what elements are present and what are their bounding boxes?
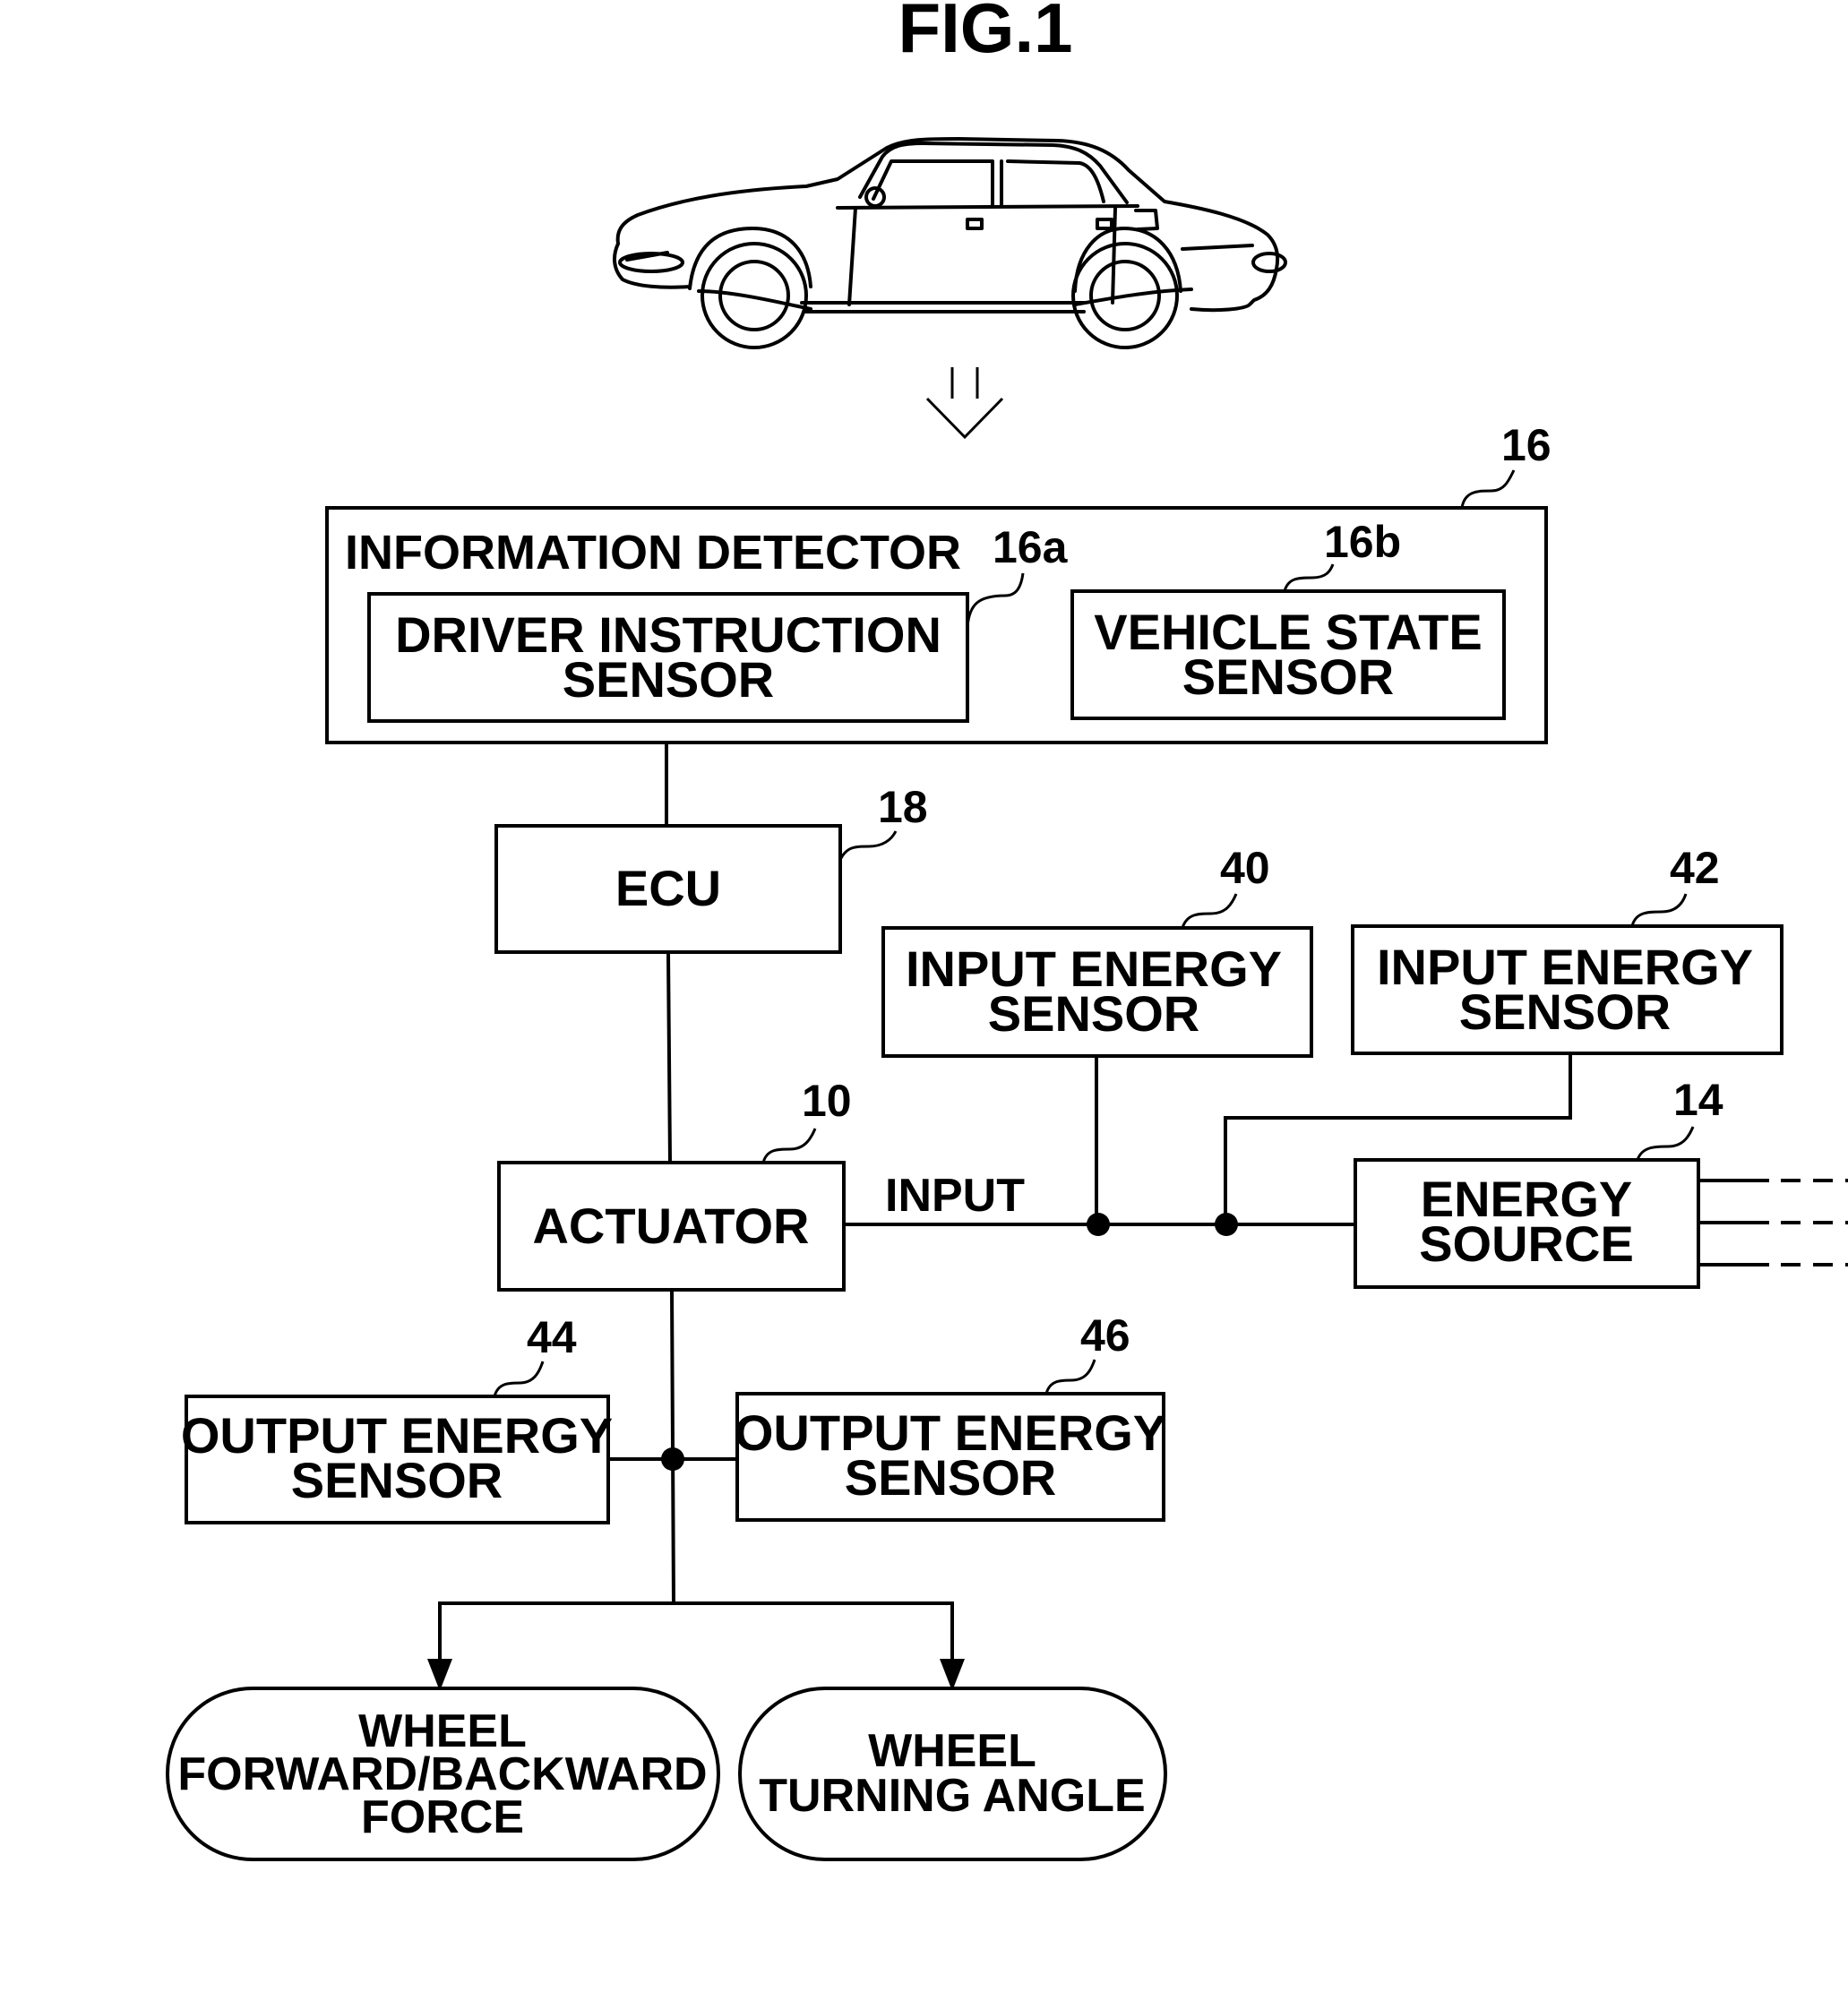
energy-source-outputs — [1698, 1179, 1848, 1266]
connector-actuator-output — [670, 1289, 675, 1604]
connector-ecu-actuator — [666, 951, 672, 1163]
input-energy-sensor-40-block[interactable]: INPUT ENERGY SENSOR 40 — [881, 843, 1313, 1058]
ecu-label: ECU — [615, 860, 721, 916]
output-energy-sensor-44-line2: SENSOR — [291, 1452, 503, 1508]
ref-16-leader — [1460, 469, 1516, 509]
connector-branch — [438, 1601, 954, 1666]
wheel-angle-line2: TURNING ANGLE — [759, 1770, 1145, 1822]
ref-44: 44 — [527, 1312, 577, 1362]
arrowhead-wheel-angle — [940, 1659, 965, 1691]
wheel-force-line3: FORCE — [361, 1791, 524, 1843]
junction-dot-42 — [1215, 1213, 1238, 1236]
ref-46-leader — [1044, 1359, 1096, 1395]
arrowhead-wheel-force — [427, 1659, 452, 1691]
output-energy-sensor-46-block[interactable]: OUTPUT ENERGY SENSOR 46 — [735, 1310, 1166, 1522]
actuator-label: ACTUATOR — [532, 1198, 809, 1254]
ref-10-leader — [761, 1128, 817, 1163]
wheel-force-terminal[interactable]: WHEEL FORWARD/BACKWARD FORCE — [166, 1687, 720, 1861]
energy-source-line2: SOURCE — [1419, 1215, 1634, 1272]
junction-dot-output — [661, 1447, 684, 1471]
ref-16a: 16a — [993, 522, 1069, 572]
car-icon — [613, 137, 1287, 349]
ref-42: 42 — [1670, 843, 1720, 893]
ref-44-leader — [493, 1361, 545, 1397]
energy-source-block[interactable]: ENERGY SOURCE 14 — [1354, 1075, 1723, 1289]
output-energy-sensor-44-block[interactable]: OUTPUT ENERGY SENSOR 44 — [181, 1312, 613, 1524]
ref-16: 16 — [1501, 420, 1551, 470]
patent-figure: FIG.1 INFORMATION DETECTOR 16 DRIVER INS… — [166, 0, 1848, 1861]
ref-18-leader — [838, 830, 898, 861]
wheel-angle-terminal[interactable]: WHEEL TURNING ANGLE — [738, 1687, 1167, 1861]
output-energy-sensor-46-line2: SENSOR — [845, 1449, 1057, 1506]
ref-14: 14 — [1673, 1075, 1723, 1125]
ecu-block[interactable]: ECU 18 — [494, 782, 928, 954]
junction-dot-40 — [1087, 1213, 1110, 1236]
input-energy-sensor-42-line2: SENSOR — [1459, 983, 1672, 1040]
ref-14-leader — [1636, 1126, 1695, 1161]
information-detector-label: INFORMATION DETECTOR — [345, 526, 961, 580]
input-energy-sensor-42-block[interactable]: INPUT ENERGY SENSOR 42 — [1351, 843, 1784, 1055]
input-line-label: INPUT — [885, 1170, 1025, 1222]
ref-40: 40 — [1220, 843, 1270, 893]
driver-instruction-sensor-line2: SENSOR — [563, 651, 775, 708]
ref-46: 46 — [1080, 1310, 1130, 1361]
ref-18: 18 — [878, 782, 928, 832]
ref-40-leader — [1181, 893, 1238, 929]
vehicle-state-sensor-line2: SENSOR — [1182, 648, 1395, 705]
actuator-block[interactable]: ACTUATOR 10 — [497, 1076, 852, 1292]
double-down-arrow-icon — [925, 367, 1004, 440]
input-energy-sensor-40-line2: SENSOR — [988, 985, 1200, 1042]
figure-title: FIG.1 — [898, 0, 1072, 67]
ref-10: 10 — [802, 1076, 852, 1126]
ref-16b: 16b — [1324, 517, 1401, 567]
ref-42-leader — [1630, 893, 1688, 927]
